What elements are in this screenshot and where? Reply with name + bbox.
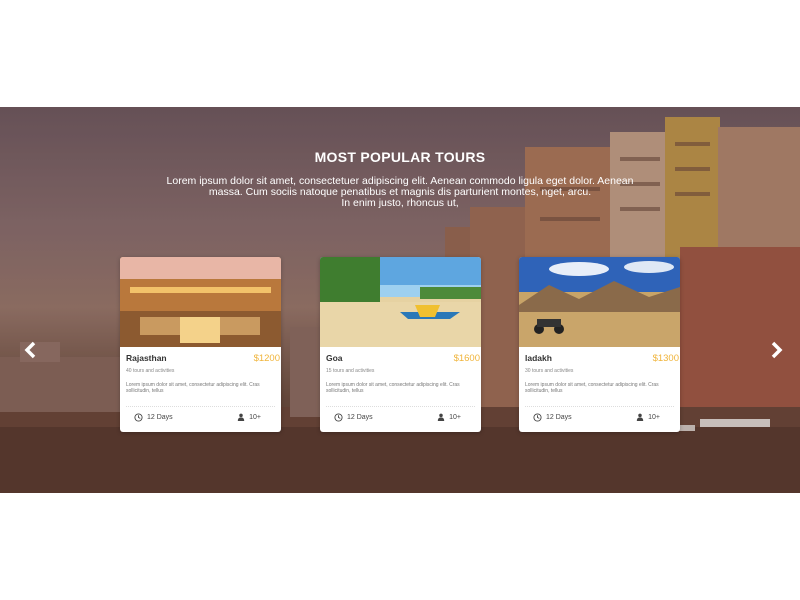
tour-description: Lorem ipsum dolor sit amet, consectetur … [525, 382, 659, 394]
subtitle-line: In enim justo, rhoncus ut, [341, 197, 459, 209]
tour-days-label: 12 Days [546, 414, 572, 421]
ladakh-photo [519, 257, 680, 347]
tour-days-label: 12 Days [347, 414, 373, 421]
tour-name: Goa [326, 353, 343, 363]
tour-price: $1300 [652, 353, 679, 364]
tour-days-label: 12 Days [147, 414, 173, 421]
carousel-next-button[interactable] [765, 339, 787, 361]
tour-name: ladakh [525, 353, 552, 363]
tour-price: $1200 [253, 353, 280, 364]
tour-card-goa[interactable]: Goa $1600 15 tours and activities Lorem … [320, 257, 481, 432]
person-icon [636, 413, 644, 421]
tour-people-label: 10+ [648, 413, 660, 421]
carousel-prev-button[interactable] [20, 339, 42, 361]
tour-description: Lorem ipsum dolor sit amet, consectetur … [126, 382, 260, 394]
section-subtitle: Lorem ipsum dolor sit amet, consectetuer… [150, 176, 650, 209]
tour-count: 40 tours and activities [126, 368, 175, 374]
clock-icon [533, 413, 542, 422]
clock-icon [334, 413, 343, 422]
person-icon [437, 413, 445, 421]
tour-count: 15 tours and activities [326, 368, 375, 374]
hero-section: MOST POPULAR TOURS Lorem ipsum dolor sit… [0, 107, 800, 493]
tour-duration: 12 Days [334, 413, 373, 422]
tour-group-size: 10+ [437, 413, 461, 421]
card-divider [326, 406, 475, 407]
chevron-left-icon [24, 341, 36, 359]
goa-photo [320, 257, 481, 347]
tour-people-label: 10+ [449, 413, 461, 421]
clock-icon [134, 413, 143, 422]
person-icon [237, 413, 245, 421]
tour-card-rajasthan[interactable]: Rajasthan $1200 40 tours and activities … [120, 257, 281, 432]
card-divider [126, 406, 275, 407]
tour-duration: 12 Days [134, 413, 173, 422]
card-divider [525, 406, 674, 407]
section-title: MOST POPULAR TOURS [314, 149, 486, 165]
tour-group-size: 10+ [237, 413, 261, 421]
rajasthan-photo [120, 257, 281, 347]
tour-price: $1600 [453, 353, 480, 364]
tour-duration: 12 Days [533, 413, 572, 422]
tour-group-size: 10+ [636, 413, 660, 421]
tour-count: 30 tours and activities [525, 368, 574, 374]
tour-people-label: 10+ [249, 413, 261, 421]
tour-card-ladakh[interactable]: ladakh $1300 30 tours and activities Lor… [519, 257, 680, 432]
tour-name: Rajasthan [126, 353, 167, 363]
tour-description: Lorem ipsum dolor sit amet, consectetur … [326, 382, 460, 394]
chevron-right-icon [771, 341, 783, 359]
